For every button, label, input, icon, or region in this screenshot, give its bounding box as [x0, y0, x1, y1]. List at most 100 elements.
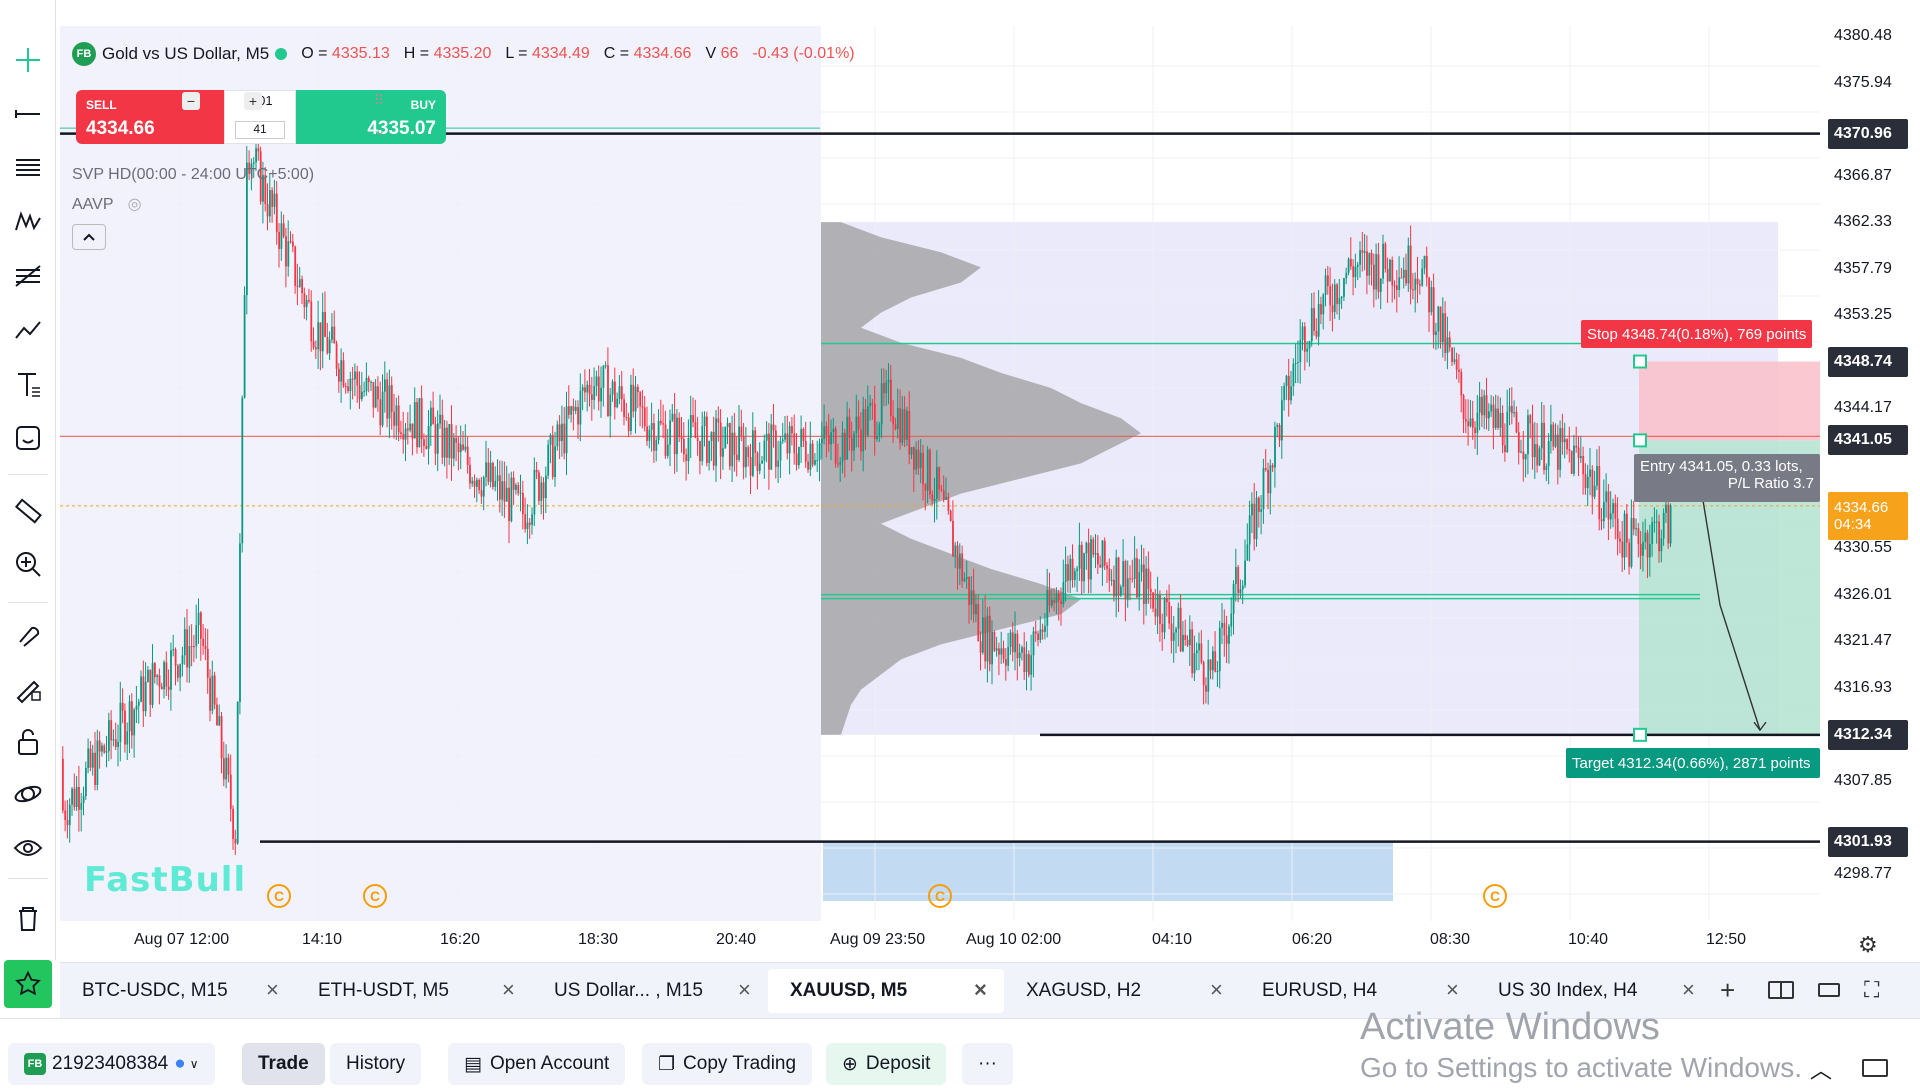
event-marker[interactable]: C [267, 884, 291, 908]
open-account-button[interactable]: ▤ Open Account [448, 1043, 626, 1085]
time-tick-label: Aug 10 02:00 [966, 931, 1062, 948]
pattern-icon[interactable] [8, 202, 48, 242]
add-tab-icon[interactable]: + [1720, 975, 1735, 1006]
crosshair-icon[interactable] [8, 40, 48, 80]
candle-body [379, 399, 382, 426]
tab-xauusd[interactable]: XAUUSD, M5 × [768, 969, 1004, 1013]
current-price-tag[interactable]: 4334.66 04:34 [1828, 491, 1908, 540]
fullscreen-icon[interactable]: ⛶ [1864, 977, 1879, 1003]
candle-body [1113, 579, 1115, 597]
deposit-button[interactable]: ⊕ Deposit [826, 1043, 947, 1085]
candle-body [825, 426, 828, 436]
single-layout-icon[interactable] [1818, 983, 1840, 997]
event-marker[interactable]: C [363, 884, 387, 908]
trade-tab[interactable]: Trade [242, 1043, 325, 1085]
lock-drawing-icon[interactable] [8, 668, 48, 708]
close-icon[interactable]: × [1210, 977, 1223, 1003]
tab-label: XAUUSD, M5 [790, 980, 908, 1001]
candle-body [1605, 491, 1608, 502]
price-level-tag[interactable]: 4370.96 [1828, 118, 1908, 149]
sell-button[interactable]: SELL 4334.66 [76, 90, 226, 144]
entry-label[interactable]: Entry 4341.05, 0.33 lots, P/L Ratio 3.7 [1634, 454, 1820, 502]
magnet-icon[interactable] [8, 614, 48, 654]
eye-icon[interactable] [8, 828, 48, 868]
candle-body [1531, 423, 1534, 458]
more-button[interactable]: ··· [962, 1043, 1013, 1085]
price-chart[interactable]: Stop 4348.74(0.18%), 769 points Entry 43… [60, 26, 1820, 921]
candle-body [910, 447, 913, 455]
emoji-icon[interactable] [8, 418, 48, 458]
close-icon[interactable]: × [266, 977, 279, 1003]
panel-toggle-icon[interactable] [1862, 1059, 1888, 1077]
price-level-tag[interactable]: 4341.05 [1828, 425, 1908, 456]
candle-body [956, 545, 959, 569]
zoom-in-icon[interactable] [8, 544, 48, 584]
price-level-tag[interactable]: 4348.74 [1828, 346, 1908, 377]
aavp-text: AAVP [72, 196, 114, 213]
candle-body [1501, 412, 1504, 446]
candle-body [733, 432, 736, 455]
tab-us-dollar[interactable]: US Dollar... , M15 × [532, 969, 768, 1013]
candle-body [968, 576, 970, 605]
candle-body [574, 406, 577, 411]
candle-body [340, 360, 343, 382]
gann-icon[interactable] [8, 256, 48, 296]
collapse-indicators-button[interactable] [72, 224, 106, 250]
chart-settings-icon[interactable]: ⚙ [1858, 932, 1878, 958]
time-axis[interactable]: Aug 07 12:00 14:10 16:20 18:30 20:40 Aug 09 2… [60, 921, 1820, 961]
candle-body [1085, 542, 1088, 554]
candle-body [209, 677, 211, 711]
aavp-indicator-label[interactable]: AAVP ◎ [72, 194, 142, 214]
stop-label[interactable]: Stop 4348.74(0.18%), 769 points [1581, 320, 1813, 348]
candle-body [1060, 600, 1062, 605]
favorites-star-button[interactable] [4, 960, 52, 1008]
copy-trading-button[interactable]: ❐ Copy Trading [642, 1043, 813, 1085]
candle-body [1216, 671, 1219, 673]
close-icon[interactable]: × [738, 977, 751, 1003]
lot-increase-button[interactable]: + [244, 92, 262, 110]
price-level-tag[interactable]: 4301.93 [1828, 826, 1908, 857]
eye-hidden-icon[interactable]: ◎ [128, 196, 142, 213]
svp-indicator-label[interactable]: SVP HD(00:00 - 24:00 UTC+5:00) [72, 166, 314, 184]
candle-body [1626, 513, 1628, 543]
event-marker[interactable]: C [1483, 884, 1507, 908]
price-level-tag[interactable]: 4312.34 [1828, 719, 1908, 750]
objects-tree-icon[interactable] [8, 774, 48, 814]
trash-icon[interactable] [8, 898, 48, 938]
forecast-icon[interactable] [8, 310, 48, 350]
drag-handle-icon[interactable]: ⠿ [374, 92, 384, 109]
candle-body [1667, 504, 1670, 544]
target-label[interactable]: Target 4312.34(0.66%), 2871 points [1566, 748, 1820, 778]
chevron-down-icon[interactable]: ⌄ [374, 122, 386, 139]
fib-retracement-icon[interactable] [8, 148, 48, 188]
price-axis[interactable]: 4380.48 4375.94 4366.87 4362.33 4357.79 4353.… [1820, 26, 1920, 921]
close-icon[interactable]: × [1682, 977, 1695, 1003]
account-selector[interactable]: FB 21923408384 ● ∨ [8, 1043, 215, 1085]
candle-body [595, 376, 598, 387]
candle-body [1186, 639, 1189, 646]
lot-decrease-button[interactable]: − [182, 92, 200, 110]
candle-body [1386, 268, 1389, 282]
tab-eth-usdt[interactable]: ETH-USDT, M5 × [296, 969, 532, 1013]
lock-icon[interactable] [8, 722, 48, 762]
text-icon[interactable] [8, 364, 48, 404]
ruler-icon[interactable] [8, 490, 48, 530]
trend-line-icon[interactable] [8, 94, 48, 134]
close-icon[interactable]: × [1446, 977, 1459, 1003]
candle-body [1149, 588, 1152, 593]
tab-btc-usdc[interactable]: BTC-USDC, M15 × [60, 969, 296, 1013]
chevron-up-icon[interactable]: ︿ [1810, 1053, 1832, 1085]
close-icon[interactable]: × [502, 977, 515, 1003]
tab-xagusd[interactable]: XAGUSD, H2 × [1004, 969, 1240, 1013]
candle-body [1108, 568, 1111, 581]
candle-body [669, 420, 671, 445]
candle-body [827, 435, 830, 445]
candle-body [317, 322, 320, 350]
buy-button[interactable]: BUY 4335.07 [296, 90, 446, 144]
symbol-name[interactable]: Gold vs US Dollar, M5 [102, 44, 269, 64]
layout-icon[interactable] [1768, 981, 1794, 999]
history-tab[interactable]: History [330, 1043, 422, 1085]
event-marker[interactable]: C [928, 884, 952, 908]
chart-canvas[interactable] [60, 26, 1820, 921]
close-icon[interactable]: × [974, 977, 987, 1003]
